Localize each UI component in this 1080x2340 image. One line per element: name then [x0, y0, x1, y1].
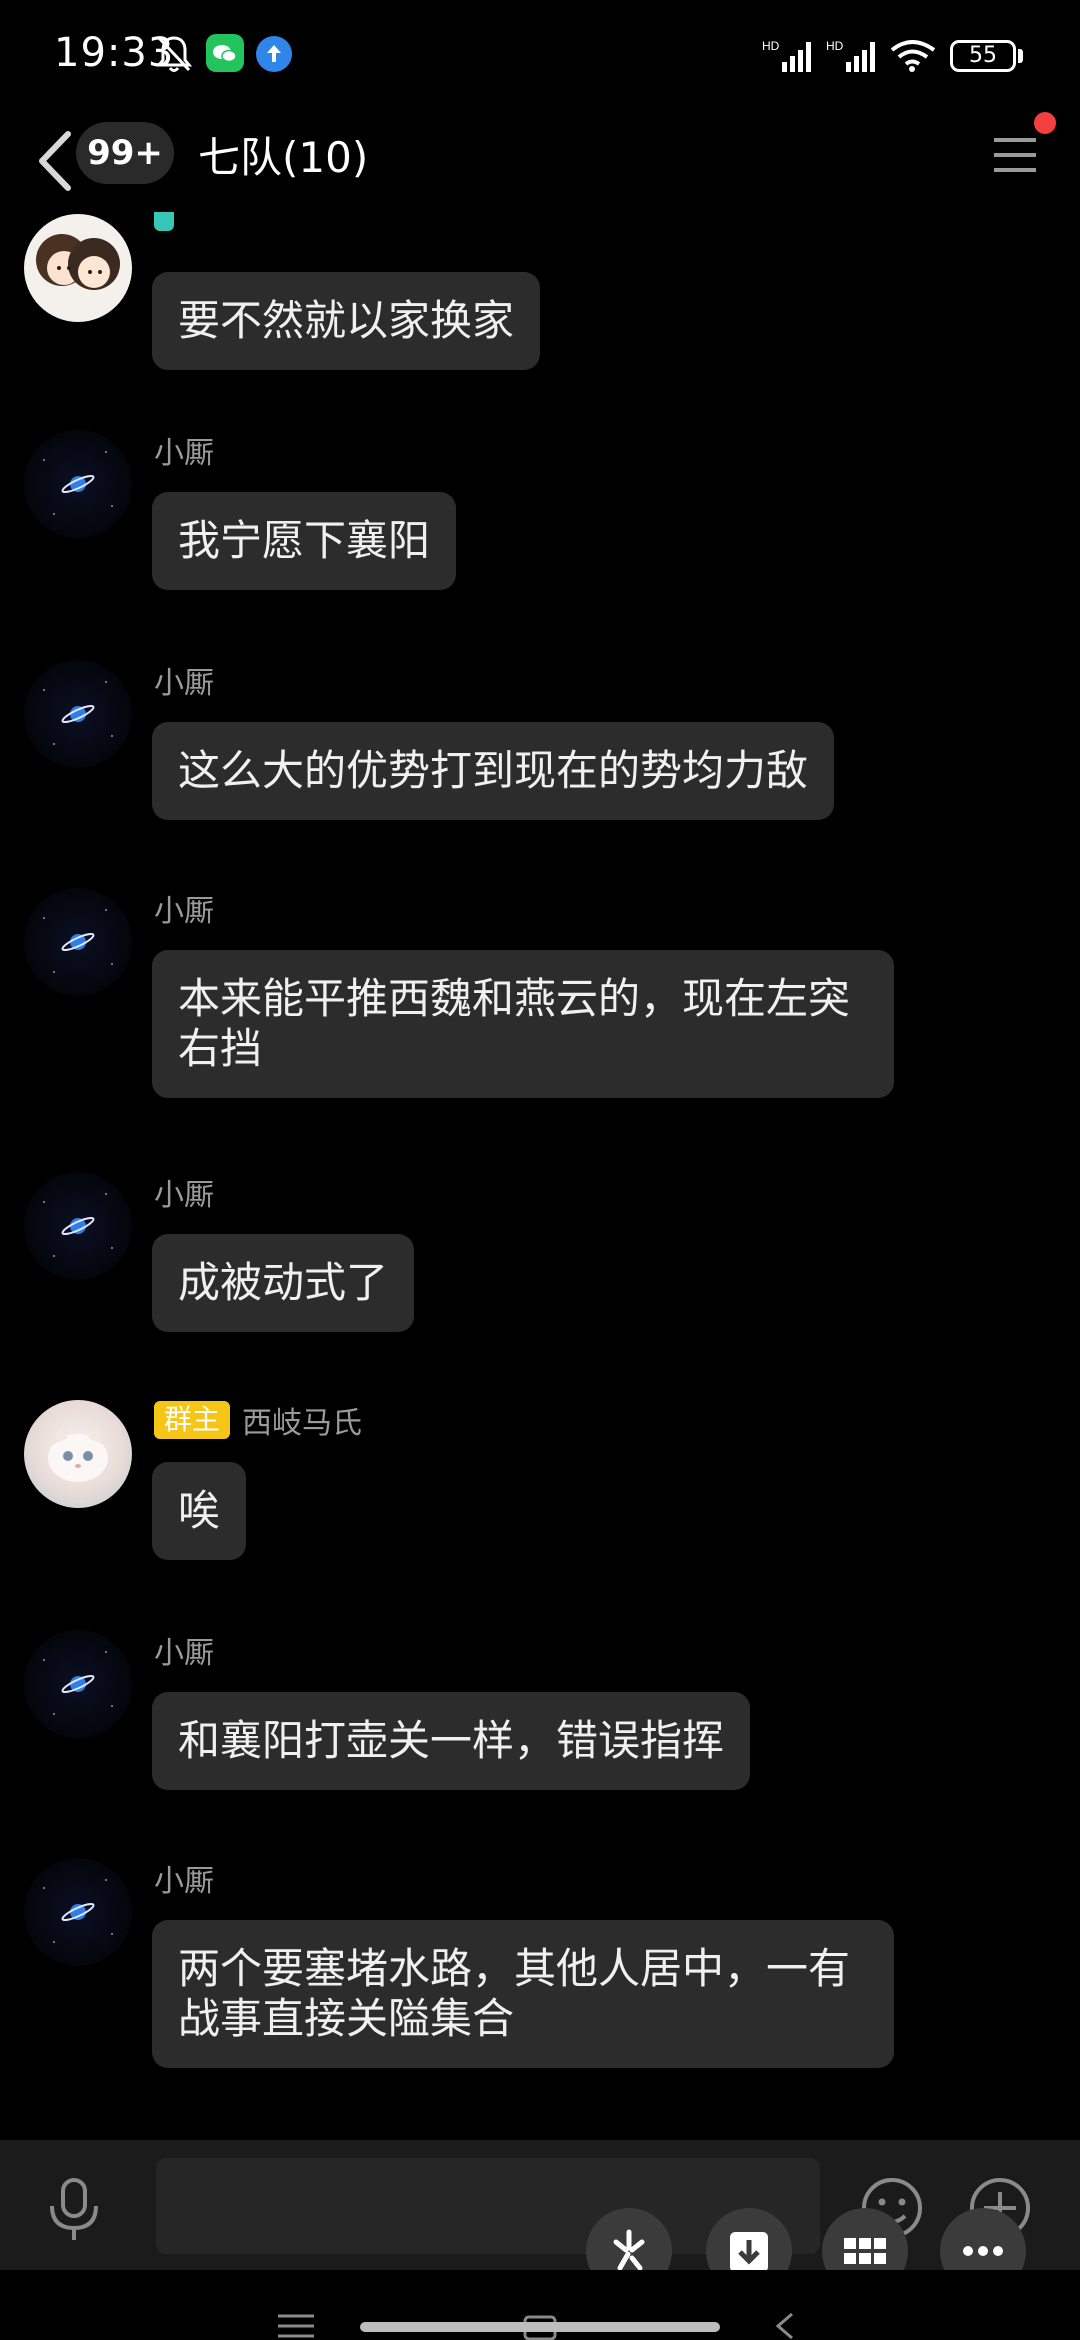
- sender-row: 小厮: [154, 1170, 214, 1214]
- hd-label: HD: [826, 39, 844, 53]
- unread-count-badge[interactable]: 99+: [76, 122, 174, 184]
- signal-icon: HD: [826, 39, 875, 72]
- sender-row: 小厮: [154, 1856, 214, 1900]
- microphone-icon[interactable]: [44, 2176, 104, 2242]
- home-gesture-pill[interactable]: [360, 2322, 720, 2332]
- message-bubble[interactable]: 成被动式了: [152, 1234, 415, 1332]
- cat-avatar[interactable]: [24, 1400, 132, 1508]
- sender-name[interactable]: 小厮: [154, 1856, 214, 1900]
- planet-avatar[interactable]: [24, 1172, 132, 1280]
- sender-row: 小厮: [154, 658, 214, 702]
- sender-name[interactable]: 小厮: [154, 1628, 214, 1672]
- sender-name[interactable]: 小厮: [154, 658, 214, 702]
- sender-name[interactable]: 西岐马氏: [242, 1398, 362, 1442]
- sender-name[interactable]: 小厮: [154, 1170, 214, 1214]
- planet-avatar[interactable]: [24, 888, 132, 996]
- signal-icon: HD: [762, 39, 811, 72]
- group-owner-tag: 群主: [154, 1401, 231, 1439]
- message-bubble[interactable]: 和襄阳打壶关一样，错误指挥: [152, 1692, 751, 1790]
- message-bubble[interactable]: 我宁愿下襄阳: [152, 492, 457, 590]
- planet-avatar[interactable]: [24, 660, 132, 768]
- chat-title[interactable]: 七队(10): [198, 124, 368, 185]
- notification-dot: [1034, 112, 1056, 134]
- battery-tip: [1018, 49, 1023, 63]
- battery-indicator: 55: [950, 40, 1016, 72]
- recent-apps-icon[interactable]: [276, 2310, 316, 2340]
- sender-name[interactable]: 小厮: [154, 428, 214, 472]
- sender-row: 小厮: [154, 1628, 214, 1672]
- upload-notification-icon: [256, 36, 292, 72]
- message-bubble[interactable]: 两个要塞堵水路，其他人居中，一有战事直接关隘集合: [152, 1920, 894, 2068]
- girls-avatar[interactable]: [24, 214, 132, 322]
- message-bubble[interactable]: 本来能平推西魏和燕云的，现在左突右挡: [152, 950, 894, 1098]
- message-bubble[interactable]: 唉: [152, 1462, 247, 1560]
- sender-row: 小厮: [154, 428, 214, 472]
- sender-row: [154, 212, 186, 232]
- hd-label: HD: [762, 39, 780, 53]
- message-bubble[interactable]: 要不然就以家换家: [152, 272, 541, 370]
- sender-name[interactable]: 小厮: [154, 886, 214, 930]
- status-bar: 19:33 HD HD 55: [0, 0, 1080, 110]
- planet-avatar[interactable]: [24, 430, 132, 538]
- system-back-icon[interactable]: [770, 2310, 800, 2340]
- back-arrow-icon[interactable]: [28, 126, 84, 196]
- wifi-icon: [890, 40, 936, 72]
- wechat-notification-icon: [206, 34, 244, 72]
- planet-avatar[interactable]: [24, 1630, 132, 1738]
- chat-message-list[interactable]: 要不然就以家换家 小厮 我宁愿下襄阳 小厮 这么大的优势打到现在的势均力敌 小厮…: [0, 212, 1080, 2140]
- message-bubble[interactable]: 这么大的优势打到现在的势均力敌: [152, 722, 835, 820]
- menu-icon[interactable]: [990, 130, 1040, 180]
- admin-tag: [154, 212, 174, 231]
- planet-avatar[interactable]: [24, 1858, 132, 1966]
- sender-row: 群主 西岐马氏: [154, 1398, 362, 1442]
- bell-off-icon: [155, 36, 193, 72]
- sender-row: 小厮: [154, 886, 214, 930]
